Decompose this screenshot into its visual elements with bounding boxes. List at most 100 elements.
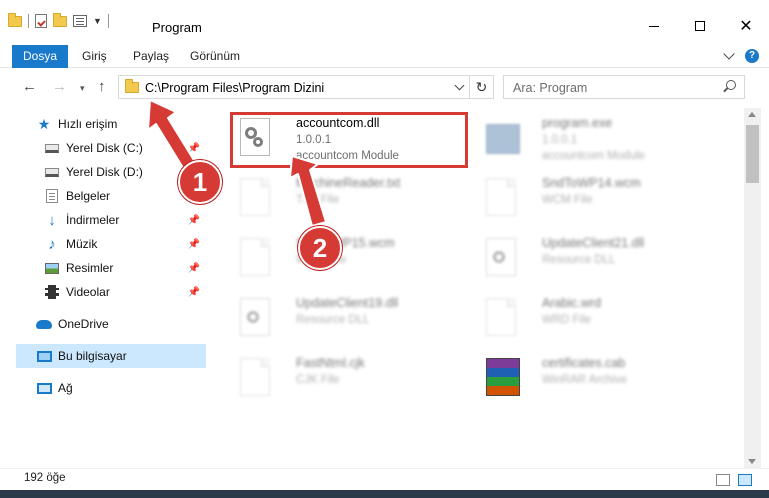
properties-check-icon[interactable] [35, 14, 47, 28]
sidebar-item-local-disk-c[interactable]: Yerel Disk (C:) 📌 [44, 136, 206, 160]
sidebar-item-label: Ağ [58, 381, 73, 395]
sidebar-item-pictures[interactable]: Resimler 📌 [44, 256, 206, 280]
sidebar-item-onedrive[interactable]: OneDrive [36, 312, 206, 336]
downloads-icon: ↓ [48, 211, 56, 229]
forward-arrow-icon[interactable]: → [52, 78, 67, 95]
details-view-icon[interactable] [716, 474, 730, 486]
pin-icon: 📌 [187, 238, 200, 250]
sidebar-item-label: Belgeler [66, 189, 111, 203]
address-bar[interactable]: C:\Program Files\Program Dizini ↻ [118, 75, 494, 99]
file-tile[interactable]: certificates.cab WinRAR Archive [476, 352, 716, 402]
file-type: WCM File [542, 194, 593, 206]
sidebar-item-label: Hızlı erişim [58, 117, 118, 131]
window-controls: ✕ [631, 10, 769, 42]
refresh-icon[interactable]: ↻ [469, 76, 493, 98]
videos-icon [44, 284, 60, 300]
ribbon-controls: ? [723, 48, 759, 63]
file-icon [486, 298, 520, 338]
drive-icon [44, 140, 60, 156]
tab-home[interactable]: Giriş [82, 45, 107, 68]
file-name: SndToWP14.wcm [542, 176, 641, 190]
drive-icon [44, 164, 60, 180]
file-name: certificates.cab [542, 356, 626, 370]
tab-view[interactable]: Görünüm [190, 45, 240, 68]
sidebar-item-videos[interactable]: Videolar 📌 [44, 280, 206, 304]
file-type: TXT File [296, 194, 340, 206]
address-path[interactable]: C:\Program Files\Program Dizini [145, 81, 324, 95]
search-box[interactable]: Ara: Program [503, 75, 745, 99]
close-button[interactable]: ✕ [723, 10, 769, 42]
pin-icon: 📌 [187, 214, 200, 226]
step-1-badge: 1 [178, 160, 222, 204]
search-icon[interactable] [726, 80, 736, 90]
divider [107, 14, 109, 28]
scroll-thumb[interactable] [746, 125, 759, 183]
file-name: MachineReader.txt [296, 176, 401, 190]
onedrive-icon [36, 316, 52, 332]
ribbon-tabs: Dosya Giriş Paylaş Görünüm ? [0, 45, 769, 68]
properties-icon[interactable] [73, 15, 87, 27]
tab-file[interactable]: Dosya [12, 45, 68, 68]
sidebar-item-label: Yerel Disk (D:) [66, 165, 143, 179]
file-tile-program-exe[interactable]: program.exe 1.0.0.1 accountcom Module [476, 112, 716, 162]
documents-icon [44, 188, 60, 204]
file-tile[interactable]: SndToWP14.wcm WCM File [476, 172, 716, 222]
tab-share[interactable]: Paylaş [133, 45, 169, 68]
star-icon: ★ [37, 115, 51, 132]
scroll-down-arrow-icon[interactable] [748, 459, 756, 464]
navigation-pane: ★ Hızlı erişim Yerel Disk (C:) 📌 Yerel D… [0, 108, 210, 470]
file-name: UpdateClient21.dll [542, 236, 645, 250]
highlight-box [230, 112, 468, 168]
up-arrow-icon[interactable]: ↑ [98, 78, 106, 95]
pin-icon: 📌 [187, 142, 200, 154]
file-tile[interactable]: Arabic.wrd WRD File [476, 292, 716, 342]
file-icon [240, 238, 274, 278]
file-icon [486, 178, 520, 218]
sidebar-item-quick-access[interactable]: ★ Hızlı erişim [36, 112, 206, 136]
sidebar-item-downloads[interactable]: ↓ İndirmeler 📌 [44, 208, 206, 232]
new-folder-icon[interactable] [53, 12, 67, 27]
file-tile[interactable]: UpdateClient19.dll Resource DLL [230, 292, 470, 342]
sidebar-item-label: Videolar [66, 285, 110, 299]
customize-toolbar-dropdown-icon[interactable]: ▼ [93, 16, 102, 26]
file-type: WRD File [542, 314, 592, 326]
search-input[interactable]: Ara: Program [513, 81, 587, 95]
file-version: 1.0.0.1 [542, 134, 578, 146]
rar-file-icon [486, 358, 520, 398]
step-2-badge: 2 [298, 226, 342, 270]
vertical-scrollbar[interactable] [744, 108, 761, 468]
exe-file-icon [486, 118, 520, 158]
tiles-view-icon[interactable] [738, 474, 752, 486]
file-tile[interactable]: SndToWP15.wcm WCM File [230, 232, 470, 282]
taskbar-edge [0, 490, 769, 498]
quick-access-toolbar: ▼ [8, 12, 109, 28]
sidebar-item-label: Resimler [66, 261, 114, 275]
music-icon: ♪ [48, 235, 56, 253]
sidebar-item-network[interactable]: Ağ [36, 376, 206, 400]
file-tile[interactable]: FastNtml.cjk CJK File [230, 352, 470, 402]
back-arrow-icon[interactable]: ← [22, 78, 37, 95]
close-icon: ✕ [739, 18, 753, 35]
network-icon [36, 380, 52, 396]
divider [28, 14, 29, 28]
file-icon [240, 358, 274, 398]
minimize-button[interactable] [631, 10, 677, 42]
help-icon[interactable]: ? [745, 49, 759, 63]
scroll-up-arrow-icon[interactable] [748, 112, 756, 117]
folder-icon [125, 79, 139, 93]
sidebar-item-label: OneDrive [58, 317, 109, 331]
address-dropdown-chevron-icon[interactable] [454, 80, 465, 91]
file-tile[interactable]: UpdateClient21.dll Resource DLL [476, 232, 716, 282]
sidebar-item-music[interactable]: ♪ Müzik 📌 [44, 232, 206, 256]
file-description: accountcom Module [542, 150, 645, 162]
sidebar-item-this-pc[interactable]: Bu bilgisayar [16, 344, 206, 368]
file-name: UpdateClient19.dll [296, 296, 399, 310]
folder-icon [8, 12, 22, 27]
file-name: program.exe [542, 116, 613, 130]
sidebar-item-label: Müzik [66, 237, 98, 251]
file-tile[interactable]: MachineReader.txt TXT File [230, 172, 470, 222]
recent-locations-dropdown-icon[interactable]: ▾ [80, 83, 85, 94]
computer-icon [36, 348, 52, 364]
expand-ribbon-chevron-icon[interactable] [723, 48, 735, 60]
maximize-button[interactable] [677, 10, 723, 42]
